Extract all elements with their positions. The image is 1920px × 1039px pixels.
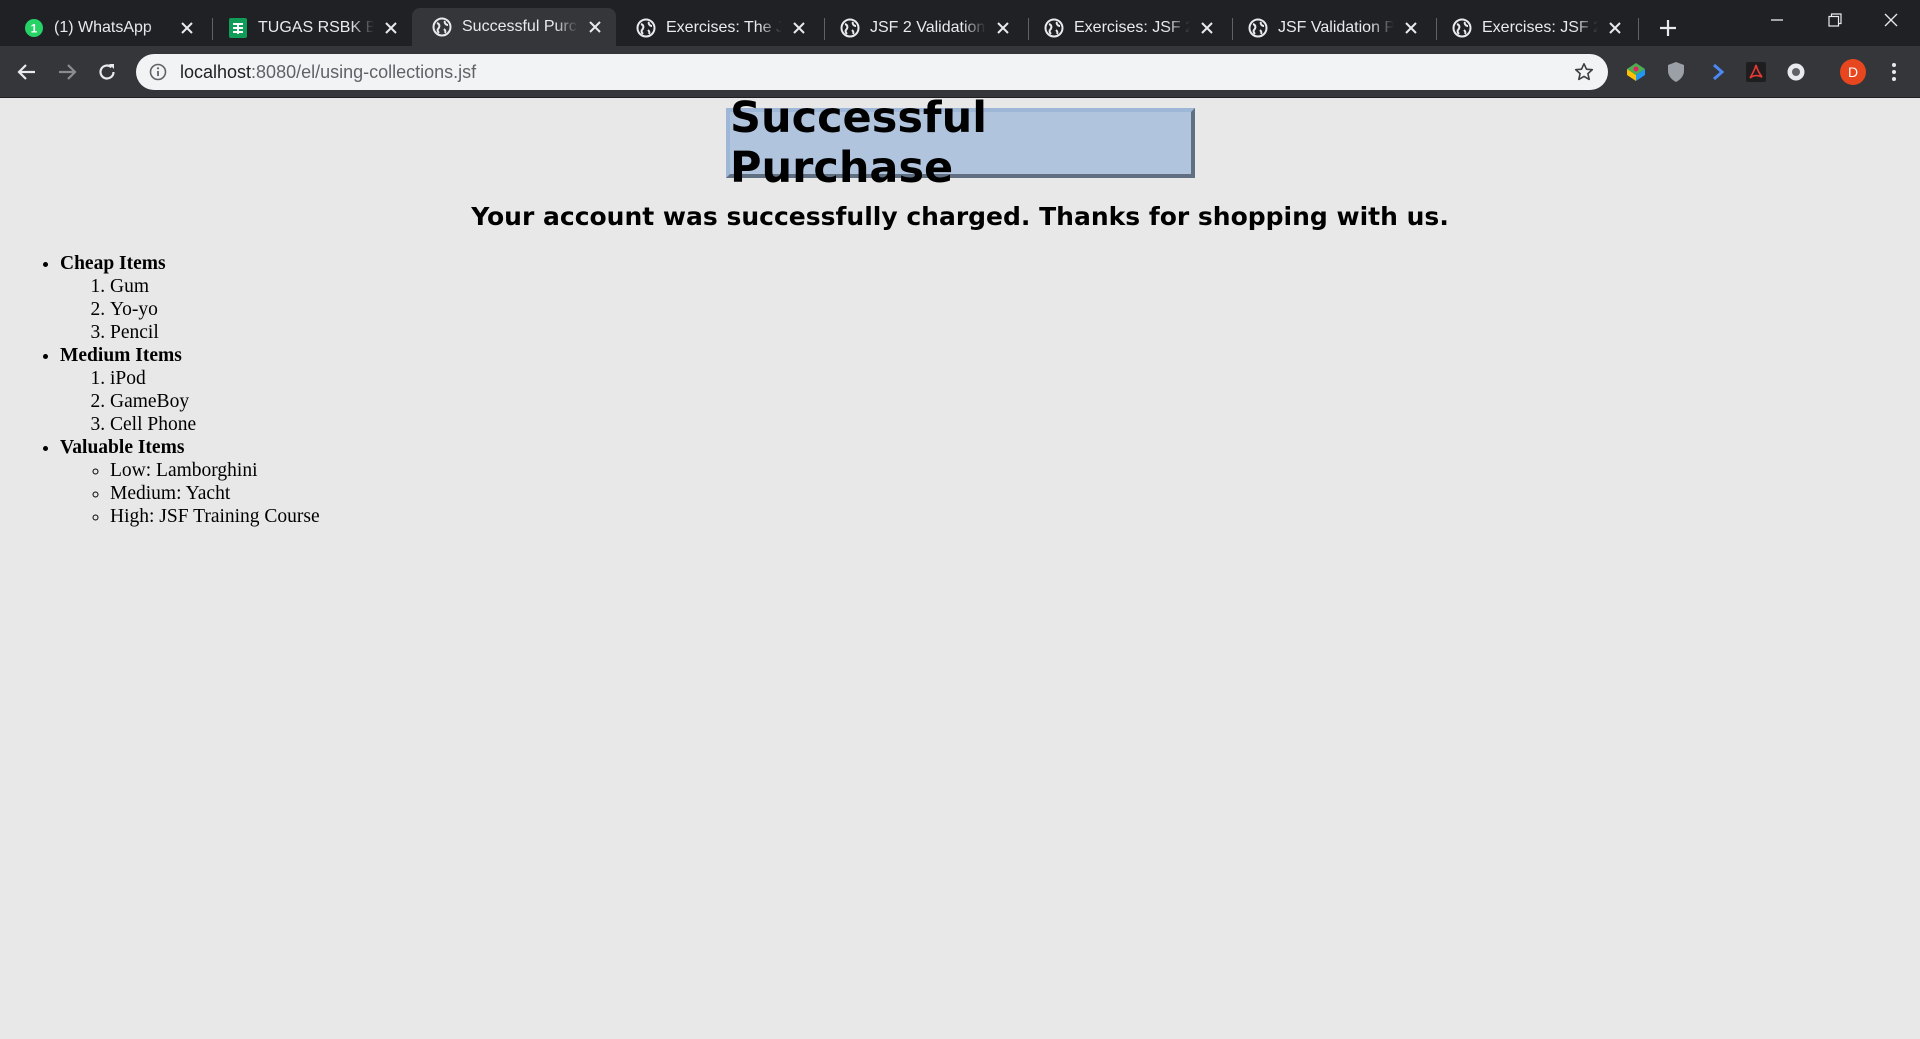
star-icon[interactable]	[1572, 60, 1596, 84]
globe-icon	[636, 18, 656, 38]
tab-exercises-jsf2[interactable]: Exercises: The JSF 2	[616, 10, 820, 46]
tab-title: JSF 2 Validation Part	[870, 19, 986, 36]
close-icon[interactable]	[1400, 17, 1422, 39]
close-icon[interactable]	[788, 17, 810, 39]
tab-separator	[1638, 18, 1639, 40]
restore-button[interactable]	[1806, 0, 1864, 40]
tab-title: TUGAS RSBK B - Google Sheets	[258, 19, 374, 36]
globe-icon	[432, 17, 452, 37]
address-bar[interactable]: localhost:8080/el/using-collections.jsf	[136, 54, 1608, 90]
browser-toolbar: localhost:8080/el/using-collections.jsf …	[0, 46, 1920, 98]
page-title-box: Successful Purchase	[726, 93, 1195, 193]
list-item: iPod	[110, 367, 720, 390]
close-icon[interactable]	[1196, 17, 1218, 39]
list-item: Cell Phone	[110, 413, 720, 436]
svg-text:1: 1	[31, 22, 38, 36]
tab-whatsapp[interactable]: 1 (1) WhatsApp	[4, 10, 208, 46]
whatsapp-icon: 1	[24, 18, 44, 38]
back-button[interactable]	[12, 57, 42, 87]
shield-icon[interactable]	[1664, 60, 1688, 84]
tab-title: Successful Purchase	[462, 18, 578, 35]
more-menu-icon[interactable]	[1882, 59, 1906, 85]
list-item: High: JSF Training Course	[110, 505, 720, 528]
close-icon[interactable]	[584, 16, 606, 38]
url-path: :8080/el/using-collections.jsf	[251, 61, 477, 82]
tab-sheets[interactable]: TUGAS RSBK B - Google Sheets	[208, 10, 412, 46]
category-medium: Medium Items iPod GameBoy Cell Phone	[60, 344, 720, 436]
category-valuable: Valuable Items Low: Lamborghini Medium: …	[60, 436, 720, 528]
category-name: Cheap Items	[60, 253, 166, 274]
page-title: Successful Purchase	[730, 93, 987, 193]
chevron-right-icon[interactable]	[1706, 60, 1730, 84]
circle-extension-icon[interactable]	[1784, 60, 1808, 84]
minimize-button[interactable]	[1748, 0, 1806, 40]
pdf-icon[interactable]	[1744, 60, 1768, 84]
list-item: Yo-yo	[110, 298, 720, 321]
globe-icon	[1044, 18, 1064, 38]
url-text[interactable]: localhost:8080/el/using-collections.jsf	[180, 62, 1572, 83]
globe-icon	[1452, 18, 1472, 38]
tab-title: Exercises: The JSF 2	[666, 19, 782, 36]
globe-icon	[840, 18, 860, 38]
list-item: Medium: Yacht	[110, 482, 720, 505]
category-name: Valuable Items	[60, 437, 185, 458]
close-icon[interactable]	[992, 17, 1014, 39]
tab-title: (1) WhatsApp	[54, 19, 152, 36]
category-name: Medium Items	[60, 345, 182, 366]
item-categories: Cheap Items Gum Yo-yo Pencil Medium Item…	[20, 252, 720, 528]
close-icon[interactable]	[176, 17, 198, 39]
globe-icon	[1248, 18, 1268, 38]
tab-jsf-validation-part[interactable]: JSF Validation Part	[1228, 10, 1432, 46]
close-window-button[interactable]	[1862, 0, 1920, 40]
avatar[interactable]: D	[1840, 59, 1866, 85]
tab-exercises-jsf2-validation-2[interactable]: Exercises: JSF 2 Validation	[1432, 10, 1636, 46]
category-cheap: Cheap Items Gum Yo-yo Pencil	[60, 252, 720, 344]
category-list: Cheap Items Gum Yo-yo Pencil Medium Item…	[20, 252, 720, 528]
reload-button[interactable]	[92, 57, 122, 87]
sheets-icon	[228, 18, 248, 38]
item-list: Gum Yo-yo Pencil	[60, 275, 720, 344]
item-list: Low: Lamborghini Medium: Yacht High: JSF…	[60, 459, 720, 528]
item-list: iPod GameBoy Cell Phone	[60, 367, 720, 436]
extension-colorful-icon[interactable]	[1624, 60, 1648, 84]
page-content: Successful Purchase Your account was suc…	[0, 93, 1920, 1039]
close-icon[interactable]	[380, 17, 402, 39]
confirmation-message: Your account was successfully charged. T…	[471, 202, 1449, 231]
tab-strip: 1 (1) WhatsApp TUGAS RSBK B - Google She…	[0, 0, 1920, 46]
forward-button[interactable]	[52, 57, 82, 87]
list-item: Low: Lamborghini	[110, 459, 720, 482]
info-icon[interactable]	[148, 62, 168, 82]
tab-title: Exercises: JSF 2 Validation	[1074, 19, 1190, 36]
url-host: localhost	[180, 61, 252, 82]
tab-title: Exercises: JSF 2 Validation	[1482, 19, 1598, 36]
tab-exercises-jsf2-validation[interactable]: Exercises: JSF 2 Validation	[1024, 10, 1228, 46]
list-item: Pencil	[110, 321, 720, 344]
tab-jsf2-validation-part[interactable]: JSF 2 Validation Part	[820, 10, 1024, 46]
tab-successful-purchase[interactable]: Successful Purchase	[412, 8, 616, 46]
list-item: Gum	[110, 275, 720, 298]
close-icon[interactable]	[1604, 17, 1626, 39]
tab-title: JSF Validation Part	[1278, 19, 1394, 36]
list-item: GameBoy	[110, 390, 720, 413]
new-tab-button[interactable]	[1654, 14, 1682, 42]
